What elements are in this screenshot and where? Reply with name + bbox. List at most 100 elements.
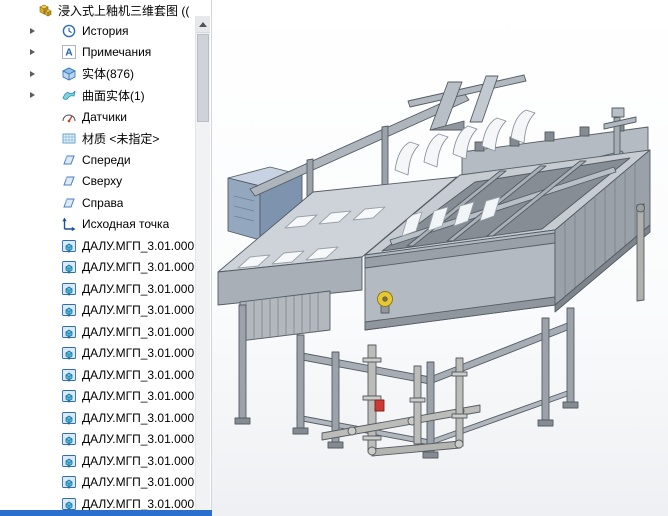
expand-arrow-placeholder [25,497,39,511]
origin-icon [61,216,77,232]
graphics-viewport[interactable] [212,0,668,516]
surface-bodies-icon [61,87,77,103]
tree-item-label: ДАЛУ.МГП_3.01.000 [82,260,195,275]
component-icon [61,281,77,297]
expand-arrow-placeholder [25,217,39,231]
tree-item-label: ДАЛУ.МГП_3.01.000 [82,389,195,404]
tree-item-component[interactable]: ДАЛУ.МГП_3.01.000 [0,407,211,429]
component-icon [61,388,77,404]
material-icon [61,130,77,146]
expand-arrow-placeholder [25,346,39,360]
component-icon [61,367,77,383]
model-3d-view [217,74,651,459]
expand-arrow-placeholder [25,454,39,468]
component-icon [61,238,77,254]
tree-item-label: Датчики [82,109,127,124]
tree-item-component[interactable]: ДАЛУ.МГП_3.01.000 [0,364,211,386]
tree-item-sensors[interactable]: Датчики [0,106,211,128]
tree-item-label: История [82,23,129,38]
tree-item-front-plane[interactable]: Спереди [0,149,211,171]
tree-item-component[interactable]: ДАЛУ.МГП_3.01.000 [0,235,211,257]
expand-arrow-placeholder [25,368,39,382]
tree-item-solid-bodies[interactable]: 实体(876) [0,63,211,85]
component-icon [61,453,77,469]
tree-item-label: 材质 <未指定> [82,131,160,146]
tree-item-component[interactable]: ДАЛУ.МГП_3.01.000 [0,257,211,279]
plane-icon [61,195,77,211]
tree-item-component[interactable]: ДАЛУ.МГП_3.01.000 [0,300,211,322]
expand-arrow-placeholder [25,174,39,188]
expand-arrow-placeholder [25,389,39,403]
tree-item-label: Примечания [82,45,152,60]
tree-item-label: Справа [82,195,124,210]
history-icon [61,23,77,39]
expand-arrow-placeholder [25,196,39,210]
expand-arrow-placeholder [25,282,39,296]
tree-item-label: 实体(876) [82,67,135,82]
tree-item-label: ДАЛУ.МГП_3.01.000 [82,453,195,468]
component-icon [61,324,77,340]
tree-item-label: Сверху [82,174,123,189]
tree-item-surface-bodies[interactable]: 曲面实体(1) [0,85,211,107]
component-icon [61,259,77,275]
component-icon [61,345,77,361]
tree-item-label: ДАЛУ.МГП_3.01.000 [82,367,195,382]
tree-item-annotations[interactable]: Примечания [0,42,211,64]
tree-scrollbar[interactable] [195,16,210,510]
expand-arrow-placeholder [25,131,39,145]
component-icon [61,410,77,426]
component-icon [61,431,77,447]
expand-arrow-placeholder [25,239,39,253]
tree-item-label: ДАЛУ.МГП_3.01.000 [82,303,195,318]
expand-arrow-icon[interactable] [25,45,39,59]
tree-item-label: ДАЛУ.МГП_3.01.000 [82,281,195,296]
tree-root-label: 浸入式上釉机三维套图 (( [58,3,190,18]
tree-item-label: ДАЛУ.МГП_3.01.000 [82,238,195,253]
tree-item-component[interactable]: ДАЛУ.МГП_3.01.000 [0,450,211,472]
tree-item-component[interactable]: ДАЛУ.МГП_3.01.000 [0,321,211,343]
tree-root-assembly[interactable]: 浸入式上釉机三维套图 (( [0,0,211,20]
annotations-icon [61,44,77,60]
component-icon [61,474,77,490]
arrow-up-icon [199,21,207,27]
sensors-icon [61,109,77,125]
expand-arrow-placeholder [25,325,39,339]
tree-item-component[interactable]: ДАЛУ.МГП_3.01.000 [0,429,211,451]
tree-item-component[interactable]: ДАЛУ.МГП_3.01.000 [0,472,211,494]
tree-item-label: ДАЛУ.МГП_3.01.000 [82,410,195,425]
tree-item-history[interactable]: История [0,20,211,42]
expand-arrow-icon[interactable] [25,88,39,102]
expand-arrow-placeholder [25,303,39,317]
tree-item-material[interactable]: 材质 <未指定> [0,128,211,150]
expand-arrow-icon[interactable] [25,67,39,81]
scroll-up-button[interactable] [196,16,210,33]
expand-arrow-placeholder [25,260,39,274]
assembly-icon [37,2,53,18]
tree-item-component[interactable]: ДАЛУ.МГП_3.01.000 [0,278,211,300]
tree-item-label: ДАЛУ.МГП_3.01.000 [82,496,195,511]
expand-arrow-icon[interactable] [25,24,39,38]
model-tank [364,149,651,331]
scrollbar-thumb[interactable] [197,34,209,122]
expand-arrow-placeholder [25,153,39,167]
bottom-edge-strip [0,510,212,516]
tree-item-origin[interactable]: Исходная точка [0,214,211,236]
tree-item-label: ДАЛУ.МГП_3.01.000 [82,346,195,361]
tree-item-right-plane[interactable]: Справа [0,192,211,214]
feature-tree-panel: 浸入式上釉机三维套图 (( История Примечания 实体(876)… [0,0,212,516]
tree-item-label: Спереди [82,152,131,167]
expand-arrow-placeholder [25,475,39,489]
plane-icon [61,173,77,189]
tree-item-label: ДАЛУ.МГП_3.01.000 [82,432,195,447]
tree-item-component[interactable]: ДАЛУ.МГП_3.01.000 [0,343,211,365]
tree-item-label: ДАЛУ.МГП_3.01.000 [82,324,195,339]
component-icon [61,302,77,318]
tree-item-label: Исходная точка [82,217,170,232]
expand-arrow-placeholder [25,411,39,425]
expand-arrow-placeholder [25,110,39,124]
tree-item-top-plane[interactable]: Сверху [0,171,211,193]
plane-icon [61,152,77,168]
cad-application-window: 浸入式上釉机三维套图 (( История Примечания 实体(876)… [0,0,668,516]
expand-arrow-placeholder [25,432,39,446]
tree-item-component[interactable]: ДАЛУ.МГП_3.01.000 [0,386,211,408]
